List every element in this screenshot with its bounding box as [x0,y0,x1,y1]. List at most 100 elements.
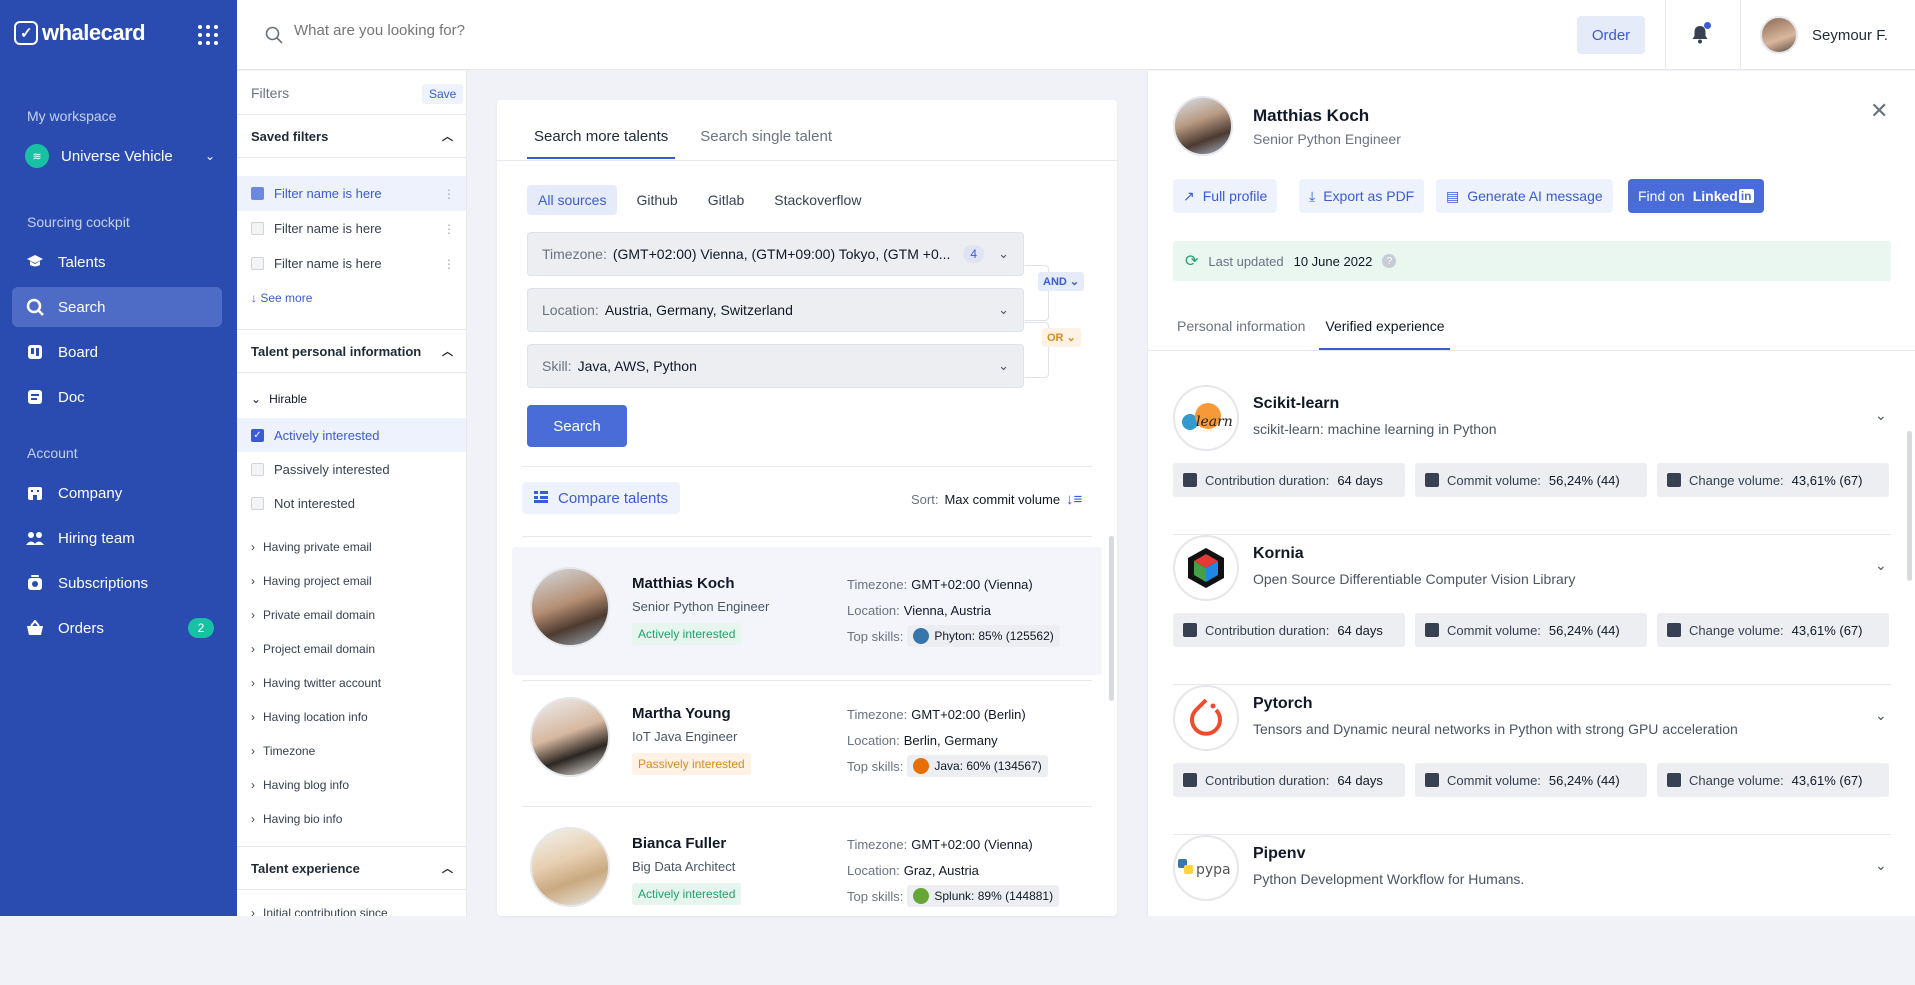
save-filters-button[interactable]: Save [422,84,464,104]
source-chip-gitlab[interactable]: Gitlab [697,185,756,215]
sidebar-item-search[interactable]: Search [12,287,222,327]
chevron-down-icon[interactable]: ⌄ [1875,707,1887,724]
compare-talents-button[interactable]: Compare talents [522,482,681,514]
source-chip-all[interactable]: All sources [527,185,618,215]
sub-filter[interactable]: › Private email domain [251,608,375,622]
calendar-icon [1183,473,1197,487]
sidebar-item-doc[interactable]: Doc [12,377,222,417]
tab-search-single[interactable]: Search single talent [693,128,839,159]
chevron-down-icon[interactable]: ⌄ [1875,857,1887,874]
sub-filter-label: Having private email [263,540,372,554]
sidebar: ✓ whalecard My workspace ≋ Universe Vehi… [0,0,237,916]
talent-card[interactable]: Matthias Koch Senior Python Engineer Act… [512,547,1102,675]
full-profile-button[interactable]: ↗ Full profile [1173,179,1278,213]
chevron-down-icon[interactable]: ⌄ [1875,407,1887,424]
tab-verified-experience[interactable]: Verified experience [1319,318,1451,350]
close-icon[interactable]: ✕ [1870,98,1888,124]
repo-item[interactable]: Pytorch Tensors and Dynamic neural netwo… [1173,685,1891,835]
sub-filter[interactable]: › Having location info [251,710,368,724]
chevron-up-icon: ︿ [442,131,453,143]
hirable-group[interactable]: ⌄ Hirable [251,392,307,406]
list-scrollbar[interactable] [1109,536,1114,701]
user-menu[interactable]: Seymour F. [1760,16,1888,54]
hirable-option[interactable]: Passively interested [237,452,466,486]
sub-filter[interactable]: › Having project email [251,574,372,588]
talent-card[interactable]: Martha Young IoT Java Engineer Passively… [512,677,1102,805]
sub-filter-label: Timezone [263,744,316,758]
sub-filter[interactable]: › Having bio info [251,812,342,826]
chevron-right-icon: › [251,906,255,916]
generate-ai-message-button[interactable]: ▤ Generate AI message [1436,179,1613,213]
more-vertical-icon[interactable]: ⋮ [443,187,455,201]
more-vertical-icon[interactable]: ⋮ [443,257,455,271]
sub-filter[interactable]: › Project email domain [251,642,375,656]
repo-item[interactable]: Kornia Open Source Differentiable Comput… [1173,535,1891,685]
app-logo[interactable]: ✓ whalecard [14,20,146,46]
repo-name: Kornia [1253,545,1304,562]
operator-label: OR [1047,332,1064,344]
kv-value: GMT+02:00 (Vienna) [911,577,1033,592]
sidebar-item-board[interactable]: Board [12,332,222,372]
calendar-icon [1183,773,1197,787]
personal-info-header[interactable]: Talent personal information ︿ [237,329,466,373]
apps-grid-icon[interactable] [198,25,218,45]
order-button[interactable]: Order [1577,16,1645,54]
sub-filter[interactable]: › Having private email [251,540,372,554]
sort-order-icon: ↓≡ [1066,491,1083,508]
saved-filter-item[interactable]: Filter name is here ⋮ [237,246,466,281]
search-button[interactable]: Search [527,405,627,447]
repo-item[interactable]: pypa Pipenv Python Development Workflow … [1173,835,1891,985]
sub-filter[interactable]: › Initial contribution since [251,906,388,916]
sidebar-item-subscriptions[interactable]: Subscriptions [12,563,222,603]
help-icon[interactable]: ? [1382,254,1397,268]
hirable-option[interactable]: Not interested [237,486,466,520]
sidebar-item-hiring-team[interactable]: Hiring team [12,518,222,558]
source-chip-stackoverflow[interactable]: Stackoverflow [763,185,872,215]
workspace-selector[interactable]: ≋ Universe Vehicle ⌄ [25,144,215,168]
notification-bell-icon[interactable] [1690,22,1711,44]
kv-value: Vienna, Austria [903,603,991,618]
checkbox[interactable] [251,496,264,510]
saved-filter-item[interactable]: Filter name is here ⋮ [237,176,466,211]
last-updated-banner: ⟳ Last updated 10 June 2022 ? [1173,241,1891,281]
hirable-option[interactable]: ✓ Actively interested [237,418,466,452]
more-vertical-icon[interactable]: ⋮ [443,222,455,236]
checkbox-checked[interactable]: ✓ [251,428,264,442]
building-icon [26,484,44,502]
avatar [530,567,610,647]
chevron-up-icon: ︿ [442,346,453,358]
skill-filter[interactable]: Skill: Java, AWS, Python ⌄ [527,344,1024,388]
metric-change: Change volume: 43,61% (67) [1657,763,1889,797]
sub-filter[interactable]: › Having blog info [251,778,349,792]
checkbox[interactable] [251,462,264,476]
saved-filters-header[interactable]: Saved filters ︿ [237,114,466,158]
sidebar-item-orders[interactable]: Orders 2 [12,608,222,648]
chevron-down-icon[interactable]: ⌄ [1875,557,1887,574]
experience-header[interactable]: Talent experience ︿ [237,846,466,890]
see-more-link[interactable]: ↓ See more [251,291,312,305]
tab-personal-information[interactable]: Personal information [1171,318,1311,350]
updated-value: 10 June 2022 [1293,253,1373,269]
sub-filter[interactable]: › Having twitter account [251,676,381,690]
export-pdf-button[interactable]: ⤓ Export as PDF [1299,179,1425,213]
find-on-linkedin-button[interactable]: Find on Linked in [1628,179,1764,213]
sidebar-item-talents[interactable]: Talents [12,242,222,282]
kv-label: Timezone: [847,707,908,722]
app-name: whalecard [42,20,146,45]
source-chip-github[interactable]: Github [625,185,688,215]
and-operator[interactable]: AND ⌄ [1038,272,1085,291]
sort-control[interactable]: Sort: Max commit volume ↓≡ [911,491,1082,508]
clipboard-icon [1425,623,1439,637]
or-operator[interactable]: OR ⌄ [1042,328,1081,347]
location-filter[interactable]: Location: Austria, Germany, Switzerland … [527,288,1024,332]
sidebar-item-company[interactable]: Company [12,473,222,513]
saved-filter-item[interactable]: Filter name is here ⋮ [237,211,466,246]
sub-filter[interactable]: › Timezone [251,744,315,758]
tab-search-more[interactable]: Search more talents [527,128,676,159]
global-search-input[interactable] [294,22,894,39]
sub-filter-label: Having bio info [263,812,343,826]
field-label: Location: [542,302,599,318]
repo-item[interactable]: learn Scikit-learn scikit-learn: machine… [1173,385,1891,535]
timezone-filter[interactable]: Timezone: (GMT+02:00) Vienna, (GTM+09:00… [527,232,1024,276]
detail-scrollbar[interactable] [1907,431,1912,581]
